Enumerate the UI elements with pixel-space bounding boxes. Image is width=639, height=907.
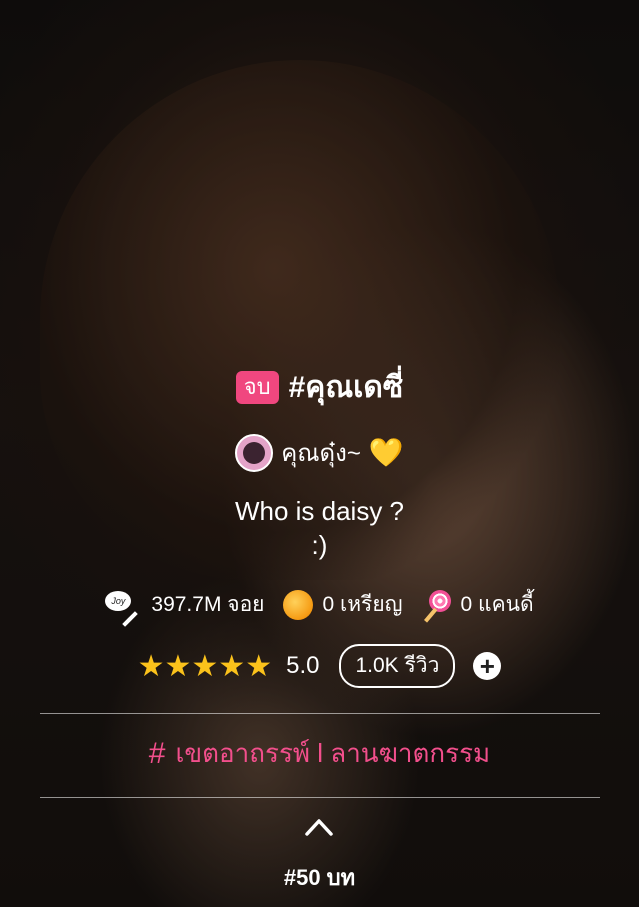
rating-row: ★★★★★ 5.0 1.0K รีวิว + xyxy=(0,644,639,688)
stat-candies: 0 แคนดี้ xyxy=(421,588,534,623)
status-badge: จบ xyxy=(235,370,279,405)
add-review-icon[interactable]: + xyxy=(473,652,502,680)
views-count: 397.7M จอย xyxy=(151,593,265,616)
reviews-button[interactable]: 1.0K รีวิว xyxy=(339,644,456,688)
pen-icon xyxy=(122,610,139,627)
story-description: Who is daisy ? :) xyxy=(0,494,639,562)
avatar-image xyxy=(243,441,266,464)
star-rating: ★★★★★ xyxy=(137,649,273,683)
description-line: :) xyxy=(311,530,328,560)
stat-coins: 0 เหรียญ xyxy=(282,588,403,621)
joy-bubble: Joy xyxy=(105,590,132,611)
candies-count: 0 แคนดี้ xyxy=(460,593,534,616)
lollipop-icon xyxy=(421,589,451,623)
story-info: จบ #คุณเดซี่ คุณดุ๋ง~ 💛 Who is daisy ? :… xyxy=(0,0,639,907)
story-title: #คุณเดซี่ xyxy=(288,371,404,404)
divider xyxy=(40,797,600,798)
divider xyxy=(40,713,600,714)
coins-count: 0 เหรียญ xyxy=(322,593,403,616)
author-avatar[interactable] xyxy=(235,433,274,472)
chapter-count[interactable]: #50 บท xyxy=(0,860,639,895)
category-label[interactable]: เขตอาถรรพ์ l ลานฆาตกรรม xyxy=(175,733,490,774)
hashtag-icon: # xyxy=(148,736,166,770)
coin-icon xyxy=(282,589,313,620)
rating-score: 5.0 xyxy=(286,652,320,679)
title-row: จบ #คุณเดซี่ xyxy=(0,364,639,411)
lollipop-stick xyxy=(423,607,437,623)
heart-emoji: 💛 xyxy=(368,437,404,468)
author-name[interactable]: คุณดุ๋ง~ xyxy=(281,433,361,472)
lollipop-head xyxy=(428,589,451,612)
author-row[interactable]: คุณดุ๋ง~ 💛 xyxy=(0,433,639,472)
stat-views: Joy 397.7M จอย xyxy=(105,588,265,627)
chevron-up-icon[interactable] xyxy=(304,815,334,837)
stats-row: Joy 397.7M จอย 0 เหรียญ 0 แคนดี้ xyxy=(0,588,639,627)
joy-pen-icon: Joy xyxy=(105,589,141,627)
category-tags[interactable]: # เขตอาถรรพ์ l ลานฆาตกรรม xyxy=(0,733,639,774)
description-line: Who is daisy ? xyxy=(234,496,405,526)
